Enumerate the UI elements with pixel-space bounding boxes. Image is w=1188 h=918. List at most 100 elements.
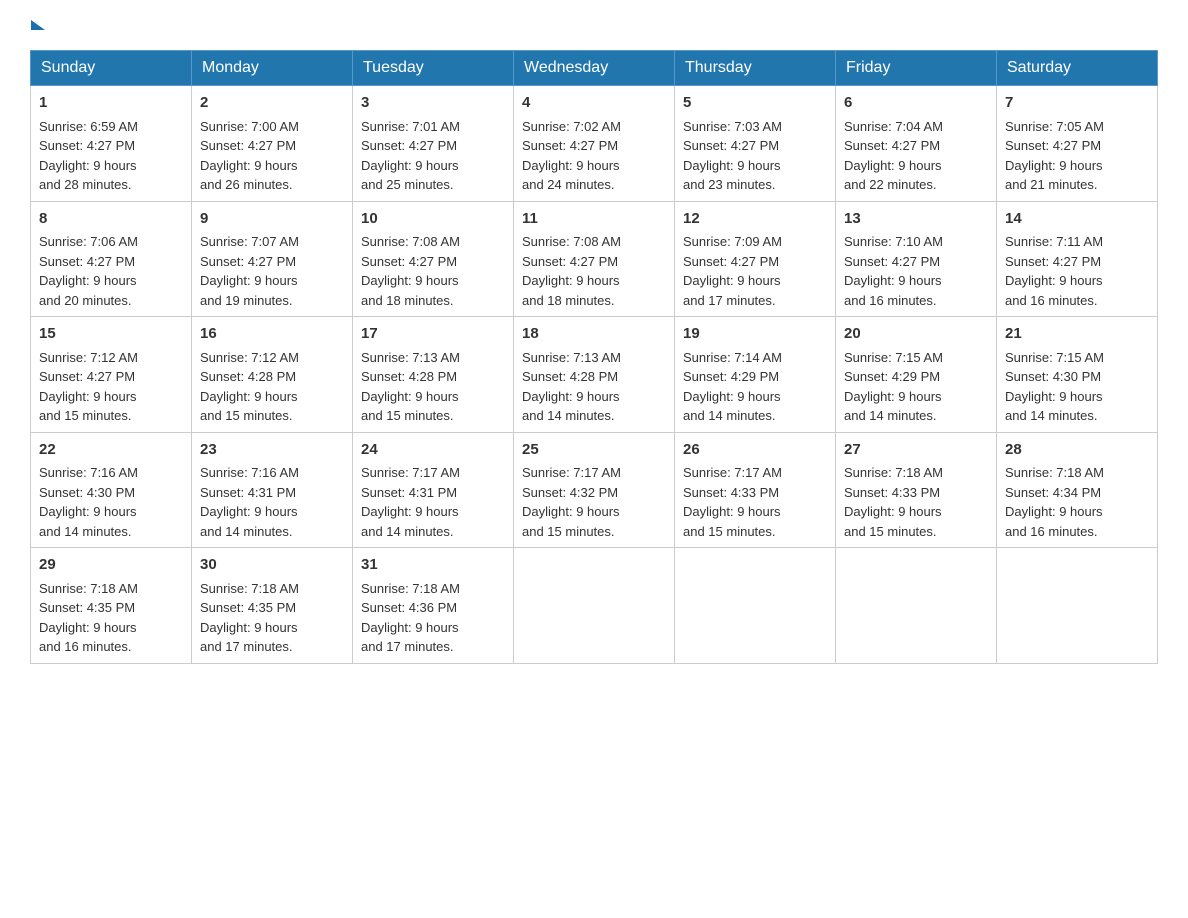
daylight-value: and 14 minutes. (844, 408, 937, 423)
daylight-value: and 17 minutes. (361, 639, 454, 654)
sunrise-label: Sunrise: 7:18 AM (39, 581, 138, 596)
calendar-day-cell: 14Sunrise: 7:11 AMSunset: 4:27 PMDayligh… (997, 201, 1158, 317)
daylight-label: Daylight: 9 hours (200, 273, 298, 288)
daylight-label: Daylight: 9 hours (844, 504, 942, 519)
day-number: 26 (683, 439, 827, 462)
daylight-label: Daylight: 9 hours (39, 389, 137, 404)
calendar-day-cell: 18Sunrise: 7:13 AMSunset: 4:28 PMDayligh… (514, 317, 675, 433)
calendar-table: SundayMondayTuesdayWednesdayThursdayFrid… (30, 50, 1158, 664)
daylight-value: and 15 minutes. (39, 408, 132, 423)
sunset-label: Sunset: 4:27 PM (200, 254, 296, 269)
day-number: 19 (683, 323, 827, 346)
sunrise-label: Sunrise: 7:03 AM (683, 119, 782, 134)
daylight-value: and 20 minutes. (39, 293, 132, 308)
daylight-label: Daylight: 9 hours (1005, 158, 1103, 173)
calendar-day-cell: 19 Sunrise: 7:14 AM Sunset: 4:29 PM Dayligh… (675, 317, 836, 433)
sunrise-label: Sunrise: 7:05 AM (1005, 119, 1104, 134)
day-number: 8 (39, 208, 183, 231)
daylight-value: and 16 minutes. (1005, 293, 1098, 308)
day-number: 25 (522, 439, 666, 462)
logo-blue-wrapper (30, 20, 45, 32)
calendar-day-cell: 27Sunrise: 7:18 AMSunset: 4:33 PMDayligh… (836, 432, 997, 548)
daylight-label: Daylight: 9 hours (522, 273, 620, 288)
daylight-label: Daylight: 9 hours (200, 389, 298, 404)
daylight-label: Daylight: 9 hours (39, 504, 137, 519)
calendar-day-cell: 3Sunrise: 7:01 AMSunset: 4:27 PMDaylight… (353, 86, 514, 202)
daylight-value: and 15 minutes. (522, 524, 615, 539)
sunset-label: Sunset: 4:27 PM (683, 254, 779, 269)
sunset-label: Sunset: 4:27 PM (1005, 138, 1101, 153)
daylight-value: and 14 minutes. (683, 408, 776, 423)
daylight-value: and 16 minutes. (39, 639, 132, 654)
daylight-label: Daylight: 9 hours (200, 158, 298, 173)
calendar-day-cell (514, 548, 675, 664)
daylight-label: Daylight: 9 hours (844, 158, 942, 173)
daylight-value: and 15 minutes. (361, 408, 454, 423)
daylight-value: and 16 minutes. (844, 293, 937, 308)
calendar-day-cell: 13Sunrise: 7:10 AMSunset: 4:27 PMDayligh… (836, 201, 997, 317)
sunrise-label: Sunrise: 7:12 AM (39, 350, 138, 365)
calendar-day-cell: 9Sunrise: 7:07 AMSunset: 4:27 PMDaylight… (192, 201, 353, 317)
sunrise-label: Sunrise: 7:18 AM (844, 465, 943, 480)
day-number: 3 (361, 92, 505, 115)
day-number: 31 (361, 554, 505, 577)
calendar-week-row: 29Sunrise: 7:18 AMSunset: 4:35 PMDayligh… (31, 548, 1158, 664)
day-number: 4 (522, 92, 666, 115)
sunset-label: Sunset: 4:27 PM (683, 138, 779, 153)
day-number: 22 (39, 439, 183, 462)
calendar-day-cell: 20Sunrise: 7:15 AMSunset: 4:29 PMDayligh… (836, 317, 997, 433)
daylight-label: Daylight: 9 hours (683, 504, 781, 519)
sunrise-label: Sunrise: 7:02 AM (522, 119, 621, 134)
calendar-day-cell: 12Sunrise: 7:09 AMSunset: 4:27 PMDayligh… (675, 201, 836, 317)
sunrise-label: Sunrise: 7:09 AM (683, 234, 782, 249)
daylight-label: Daylight: 9 hours (361, 273, 459, 288)
logo-arrow-icon (31, 20, 45, 30)
sunset-label: Sunset: 4:30 PM (39, 485, 135, 500)
sunrise-label: Sunrise: 7:00 AM (200, 119, 299, 134)
calendar-day-cell: 8Sunrise: 7:06 AMSunset: 4:27 PMDaylight… (31, 201, 192, 317)
sunrise-label: Sunrise: 7:18 AM (1005, 465, 1104, 480)
weekday-header-tuesday: Tuesday (353, 51, 514, 86)
day-number: 6 (844, 92, 988, 115)
sunrise-label: Sunrise: 7:08 AM (522, 234, 621, 249)
page-header (30, 20, 1158, 32)
sunset-label: Sunset: 4:27 PM (844, 138, 940, 153)
day-number: 2 (200, 92, 344, 115)
daylight-value: and 15 minutes. (844, 524, 937, 539)
daylight-label: Daylight: 9 hours (844, 389, 942, 404)
daylight-label: Daylight: 9 hours (1005, 389, 1103, 404)
daylight-value: and 14 minutes. (522, 408, 615, 423)
sunrise-label: Sunrise: 7:08 AM (361, 234, 460, 249)
day-number: 17 (361, 323, 505, 346)
daylight-label: Daylight: 9 hours (1005, 273, 1103, 288)
calendar-day-cell: 10Sunrise: 7:08 AMSunset: 4:27 PMDayligh… (353, 201, 514, 317)
daylight-label: Daylight: 9 hours (522, 158, 620, 173)
weekday-header-thursday: Thursday (675, 51, 836, 86)
daylight-value: and 14 minutes. (361, 524, 454, 539)
sunset-label: Sunset: 4:27 PM (39, 369, 135, 384)
sunrise-label: Sunrise: 7:17 AM (683, 465, 782, 480)
sunrise-label: Sunrise: 7:11 AM (1005, 234, 1103, 249)
sunset-label: Sunset: 4:27 PM (39, 254, 135, 269)
sunrise-label: Sunrise: 7:17 AM (522, 465, 621, 480)
day-number: 9 (200, 208, 344, 231)
daylight-label: Daylight: 9 hours (39, 273, 137, 288)
daylight-label: Daylight: 9 hours (683, 389, 781, 404)
daylight-label: Daylight: 9 hours (683, 273, 781, 288)
daylight-value: and 25 minutes. (361, 177, 454, 192)
calendar-day-cell: 5Sunrise: 7:03 AMSunset: 4:27 PMDaylight… (675, 86, 836, 202)
sunset-label: Sunset: 4:29 PM (683, 369, 779, 384)
sunset-label: Sunset: 4:27 PM (39, 138, 135, 153)
daylight-value: and 16 minutes. (1005, 524, 1098, 539)
daylight-value: and 26 minutes. (200, 177, 293, 192)
sunrise-label: Sunrise: 7:10 AM (844, 234, 943, 249)
daylight-value: and 18 minutes. (522, 293, 615, 308)
sunset-label: Sunset: 4:27 PM (1005, 254, 1101, 269)
calendar-day-cell: 11Sunrise: 7:08 AMSunset: 4:27 PMDayligh… (514, 201, 675, 317)
sunrise-label: Sunrise: 7:14 AM (683, 350, 782, 365)
sunset-label: Sunset: 4:35 PM (39, 600, 135, 615)
calendar-day-cell: 22Sunrise: 7:16 AMSunset: 4:30 PMDayligh… (31, 432, 192, 548)
calendar-day-cell: 30Sunrise: 7:18 AMSunset: 4:35 PMDayligh… (192, 548, 353, 664)
sunset-label: Sunset: 4:33 PM (844, 485, 940, 500)
sunrise-label: Sunrise: 7:15 AM (844, 350, 943, 365)
